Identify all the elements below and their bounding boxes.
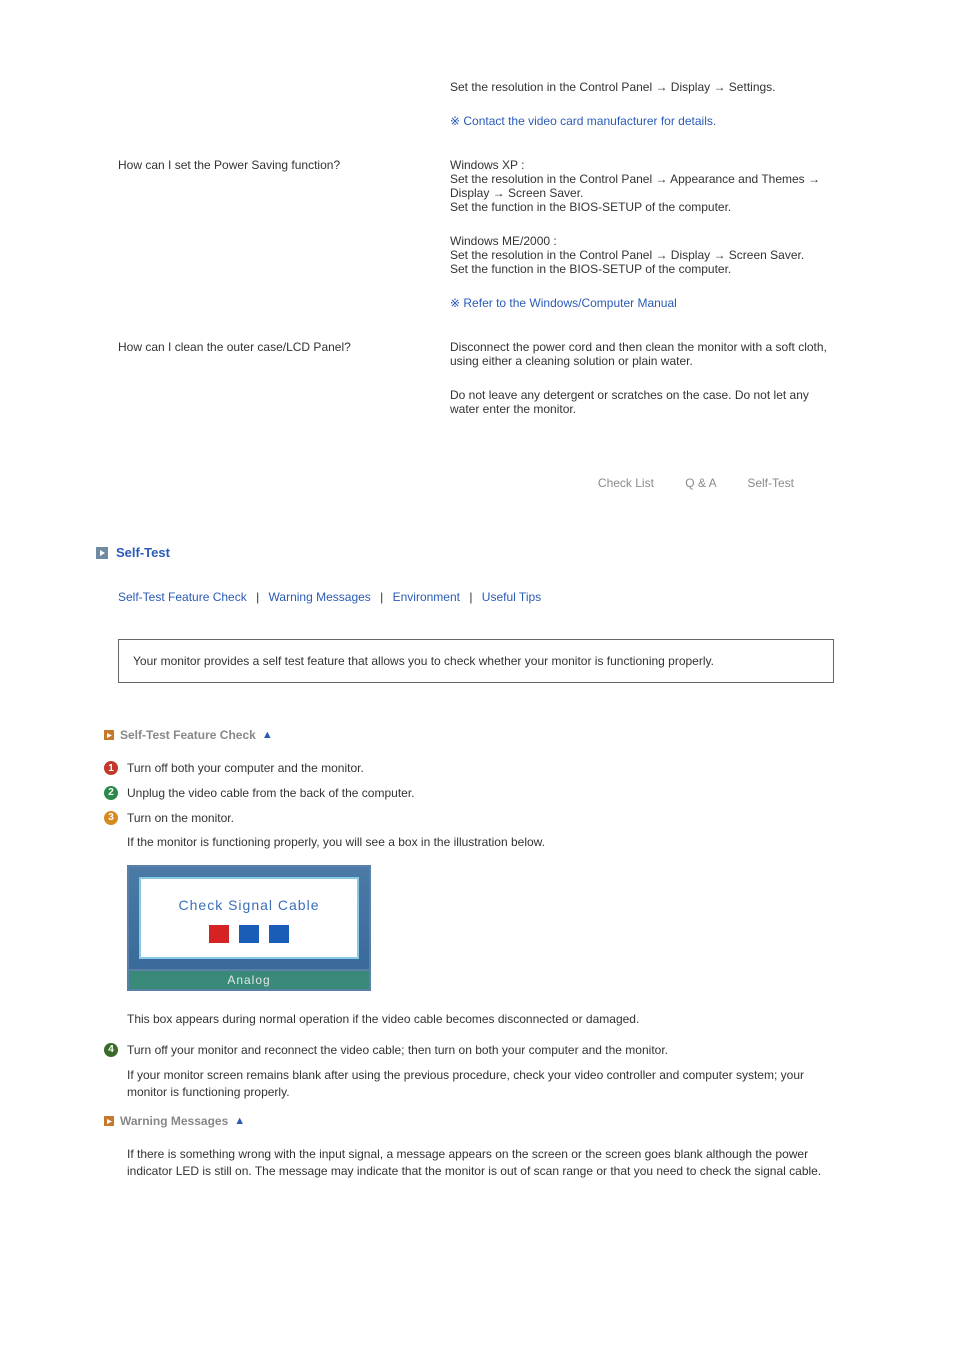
answer-text: Set the function in the BIOS-SETUP of th… [450,200,834,214]
sublink-selftest[interactable]: Self-Test Feature Check [118,590,247,604]
nav-checklist[interactable]: Check List [598,476,654,490]
step-text: Turn on the monitor. [127,810,834,827]
subsection-title: Warning Messages [120,1114,228,1128]
section-nav: Check List Q & A Self-Test [118,476,834,490]
step-text: Turn off your monitor and reconnect the … [127,1042,834,1059]
step-text: Turn off both your computer and the moni… [127,760,834,777]
blue-square-icon [239,925,259,943]
answer-text: Set the function in the BIOS-SETUP of th… [450,262,834,276]
step-marker-4: 4 [104,1043,118,1057]
nav-qa[interactable]: Q & A [685,476,716,490]
section-title: Self-Test [116,545,170,560]
step-marker-1: 1 [104,761,118,775]
step-note: This box appears during normal operation… [127,1011,834,1028]
answer-text: Set the resolution in the Control Panel … [450,80,834,94]
os-label: Windows ME/2000 : [450,234,834,248]
step-note: If your monitor screen remains blank aft… [127,1067,834,1101]
answer-text: Set the resolution in the Control Panel … [450,248,834,262]
signal-box-footer: Analog [127,971,371,991]
question-text: How can I set the Power Saving function? [118,158,450,310]
section-bullet-icon [96,547,108,559]
step-text: Unplug the video cable from the back of … [127,785,834,802]
step-marker-3: 3 [104,811,118,825]
red-square-icon [209,925,229,943]
warning-body: If there is something wrong with the inp… [127,1146,834,1180]
info-box: Your monitor provides a self test featur… [118,639,834,683]
question-text: How can I clean the outer case/LCD Panel… [118,340,450,436]
subsection-title: Self-Test Feature Check [120,728,256,742]
subsection-bullet-icon [104,1116,114,1126]
step-marker-2: 2 [104,786,118,800]
sublink-tips[interactable]: Useful Tips [482,590,541,604]
subsection-links: Self-Test Feature Check | Warning Messag… [118,590,834,604]
answer-text: Set the resolution in the Control Panel … [450,172,834,200]
step-note: If the monitor is functioning properly, … [127,834,834,851]
sublink-warning[interactable]: Warning Messages [269,590,371,604]
answer-text: Do not leave any detergent or scratches … [450,388,834,416]
up-arrow-icon[interactable]: ▲ [234,1115,245,1127]
blue-square-icon [269,925,289,943]
subsection-bullet-icon [104,730,114,740]
signal-cable-illustration: Check Signal Cable Analog [127,865,371,991]
answer-text: Disconnect the power cord and then clean… [450,340,834,368]
signal-box-label: Check Signal Cable [141,897,357,913]
note-text: ※ Contact the video card manufacturer fo… [450,114,834,128]
sublink-environment[interactable]: Environment [393,590,460,604]
os-label: Windows XP : [450,158,834,172]
note-text: ※ Refer to the Windows/Computer Manual [450,296,834,310]
up-arrow-icon[interactable]: ▲ [262,729,273,741]
nav-selftest[interactable]: Self-Test [747,476,794,490]
